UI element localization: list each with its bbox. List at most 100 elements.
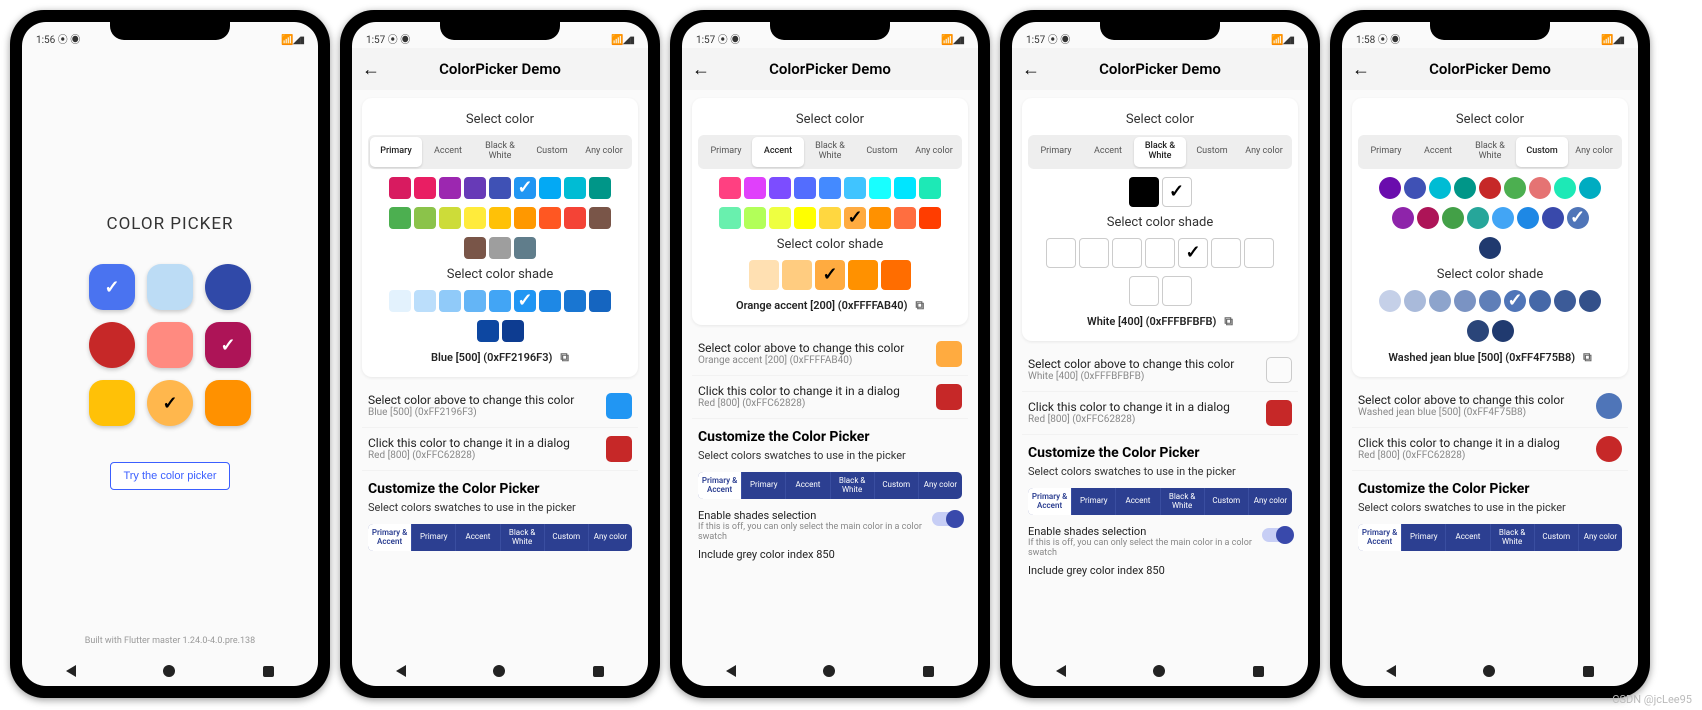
segment-item[interactable]: Any color (1579, 524, 1622, 552)
color-swatch[interactable] (869, 207, 891, 229)
color-swatch[interactable] (414, 290, 436, 312)
color-swatch[interactable] (564, 207, 586, 229)
nav-back-icon[interactable] (1056, 665, 1066, 677)
picker-row[interactable]: Select color above to change this colorW… (1352, 385, 1628, 428)
color-swatch[interactable] (1145, 238, 1175, 268)
color-swatch[interactable] (464, 290, 486, 312)
row-color-preview[interactable] (606, 436, 632, 462)
picker-row[interactable]: Click this color to change it in a dialo… (1022, 392, 1298, 435)
segment-item[interactable]: Primary (1072, 488, 1116, 516)
color-swatch[interactable] (1392, 207, 1414, 229)
segment-item[interactable]: Any color (919, 472, 962, 500)
swatch-tab[interactable]: Primary (1360, 137, 1412, 167)
color-swatch[interactable] (514, 177, 536, 199)
color-swatch[interactable] (1417, 207, 1439, 229)
segment-item[interactable]: Accent (456, 524, 500, 552)
home-swatch[interactable] (205, 322, 251, 368)
segment-item[interactable]: Custom (1205, 488, 1249, 516)
color-swatch[interactable] (848, 260, 878, 290)
color-swatch[interactable] (1379, 177, 1401, 199)
swatch-tab[interactable]: Any color (578, 137, 630, 167)
color-swatch[interactable] (539, 177, 561, 199)
color-swatch[interactable] (719, 207, 741, 229)
color-swatch[interactable] (919, 207, 941, 229)
nav-home-icon[interactable] (1153, 665, 1165, 677)
segment-item[interactable]: Accent (1116, 488, 1160, 516)
color-swatch[interactable] (564, 177, 586, 199)
color-swatch[interactable] (589, 177, 611, 199)
color-swatch[interactable] (1554, 177, 1576, 199)
color-swatch[interactable] (894, 207, 916, 229)
segment-item[interactable]: Custom (875, 472, 919, 500)
color-swatch[interactable] (464, 177, 486, 199)
color-swatch[interactable] (464, 207, 486, 229)
color-swatch[interactable] (1467, 207, 1489, 229)
home-swatch[interactable] (89, 264, 135, 310)
color-swatch[interactable] (564, 290, 586, 312)
color-swatch[interactable] (439, 177, 461, 199)
segment-item[interactable]: Primary (742, 472, 786, 500)
segment-item[interactable]: Accent (786, 472, 830, 500)
segment-item[interactable]: Primary (1402, 524, 1446, 552)
swatch-tab[interactable]: Custom (856, 137, 908, 167)
swatch-tab[interactable]: Accent (752, 137, 804, 167)
picker-row[interactable]: Click this color to change it in a dialo… (692, 376, 968, 419)
color-swatch[interactable] (514, 290, 536, 312)
home-swatch[interactable] (205, 380, 251, 426)
color-swatch[interactable] (1162, 276, 1192, 306)
swatch-tab[interactable]: Primary (1030, 137, 1082, 167)
color-swatch[interactable] (1579, 177, 1601, 199)
color-swatch[interactable] (502, 320, 524, 342)
color-swatch[interactable] (589, 207, 611, 229)
color-swatch[interactable] (464, 237, 486, 259)
segment-item[interactable]: Black &White (831, 472, 875, 500)
color-swatch[interactable] (489, 290, 511, 312)
segment-item[interactable]: Any color (589, 524, 632, 552)
color-swatch[interactable] (389, 207, 411, 229)
color-swatch[interactable] (539, 290, 561, 312)
nav-home-icon[interactable] (163, 665, 175, 677)
shades-toggle[interactable] (932, 512, 962, 526)
color-swatch[interactable] (1504, 177, 1526, 199)
bw-swatch[interactable] (1162, 177, 1192, 207)
color-swatch[interactable] (1079, 238, 1109, 268)
picker-row[interactable]: Click this color to change it in a dialo… (1352, 428, 1628, 471)
nav-recent-icon[interactable] (593, 666, 604, 677)
color-swatch[interactable] (1046, 238, 1076, 268)
nav-back-icon[interactable] (66, 665, 76, 677)
color-swatch[interactable] (1517, 207, 1539, 229)
segment-item[interactable]: Custom (545, 524, 589, 552)
swatch-tab[interactable]: Custom (526, 137, 578, 167)
color-swatch[interactable] (1492, 207, 1514, 229)
color-swatch[interactable] (439, 290, 461, 312)
color-swatch[interactable] (1579, 290, 1601, 312)
color-swatch[interactable] (489, 207, 511, 229)
row-color-preview[interactable] (936, 341, 962, 367)
color-swatch[interactable] (1467, 320, 1489, 342)
color-swatch[interactable] (1504, 290, 1526, 312)
color-swatch[interactable] (1529, 177, 1551, 199)
color-swatch[interactable] (794, 207, 816, 229)
color-swatch[interactable] (819, 177, 841, 199)
color-swatch[interactable] (782, 260, 812, 290)
row-color-preview[interactable] (1596, 393, 1622, 419)
color-swatch[interactable] (1454, 290, 1476, 312)
swatch-tab[interactable]: Accent (1082, 137, 1134, 167)
row-color-preview[interactable] (1266, 357, 1292, 383)
nav-back-icon[interactable] (396, 665, 406, 677)
home-swatch[interactable] (147, 264, 193, 310)
color-swatch[interactable] (744, 207, 766, 229)
color-swatch[interactable] (1129, 276, 1159, 306)
color-swatch[interactable] (769, 177, 791, 199)
swatch-tab[interactable]: Any color (1238, 137, 1290, 167)
segment-item[interactable]: Primary &Accent (1028, 488, 1072, 516)
segment-item[interactable]: Any color (1249, 488, 1292, 516)
color-swatch[interactable] (1479, 290, 1501, 312)
swatch-tab[interactable]: Custom (1186, 137, 1238, 167)
segment-item[interactable]: Black &White (501, 524, 545, 552)
home-swatch[interactable] (147, 322, 193, 368)
color-swatch[interactable] (919, 177, 941, 199)
color-swatch[interactable] (1244, 238, 1274, 268)
picker-row[interactable]: Click this color to change it in a dialo… (362, 428, 638, 471)
color-swatch[interactable] (1379, 290, 1401, 312)
